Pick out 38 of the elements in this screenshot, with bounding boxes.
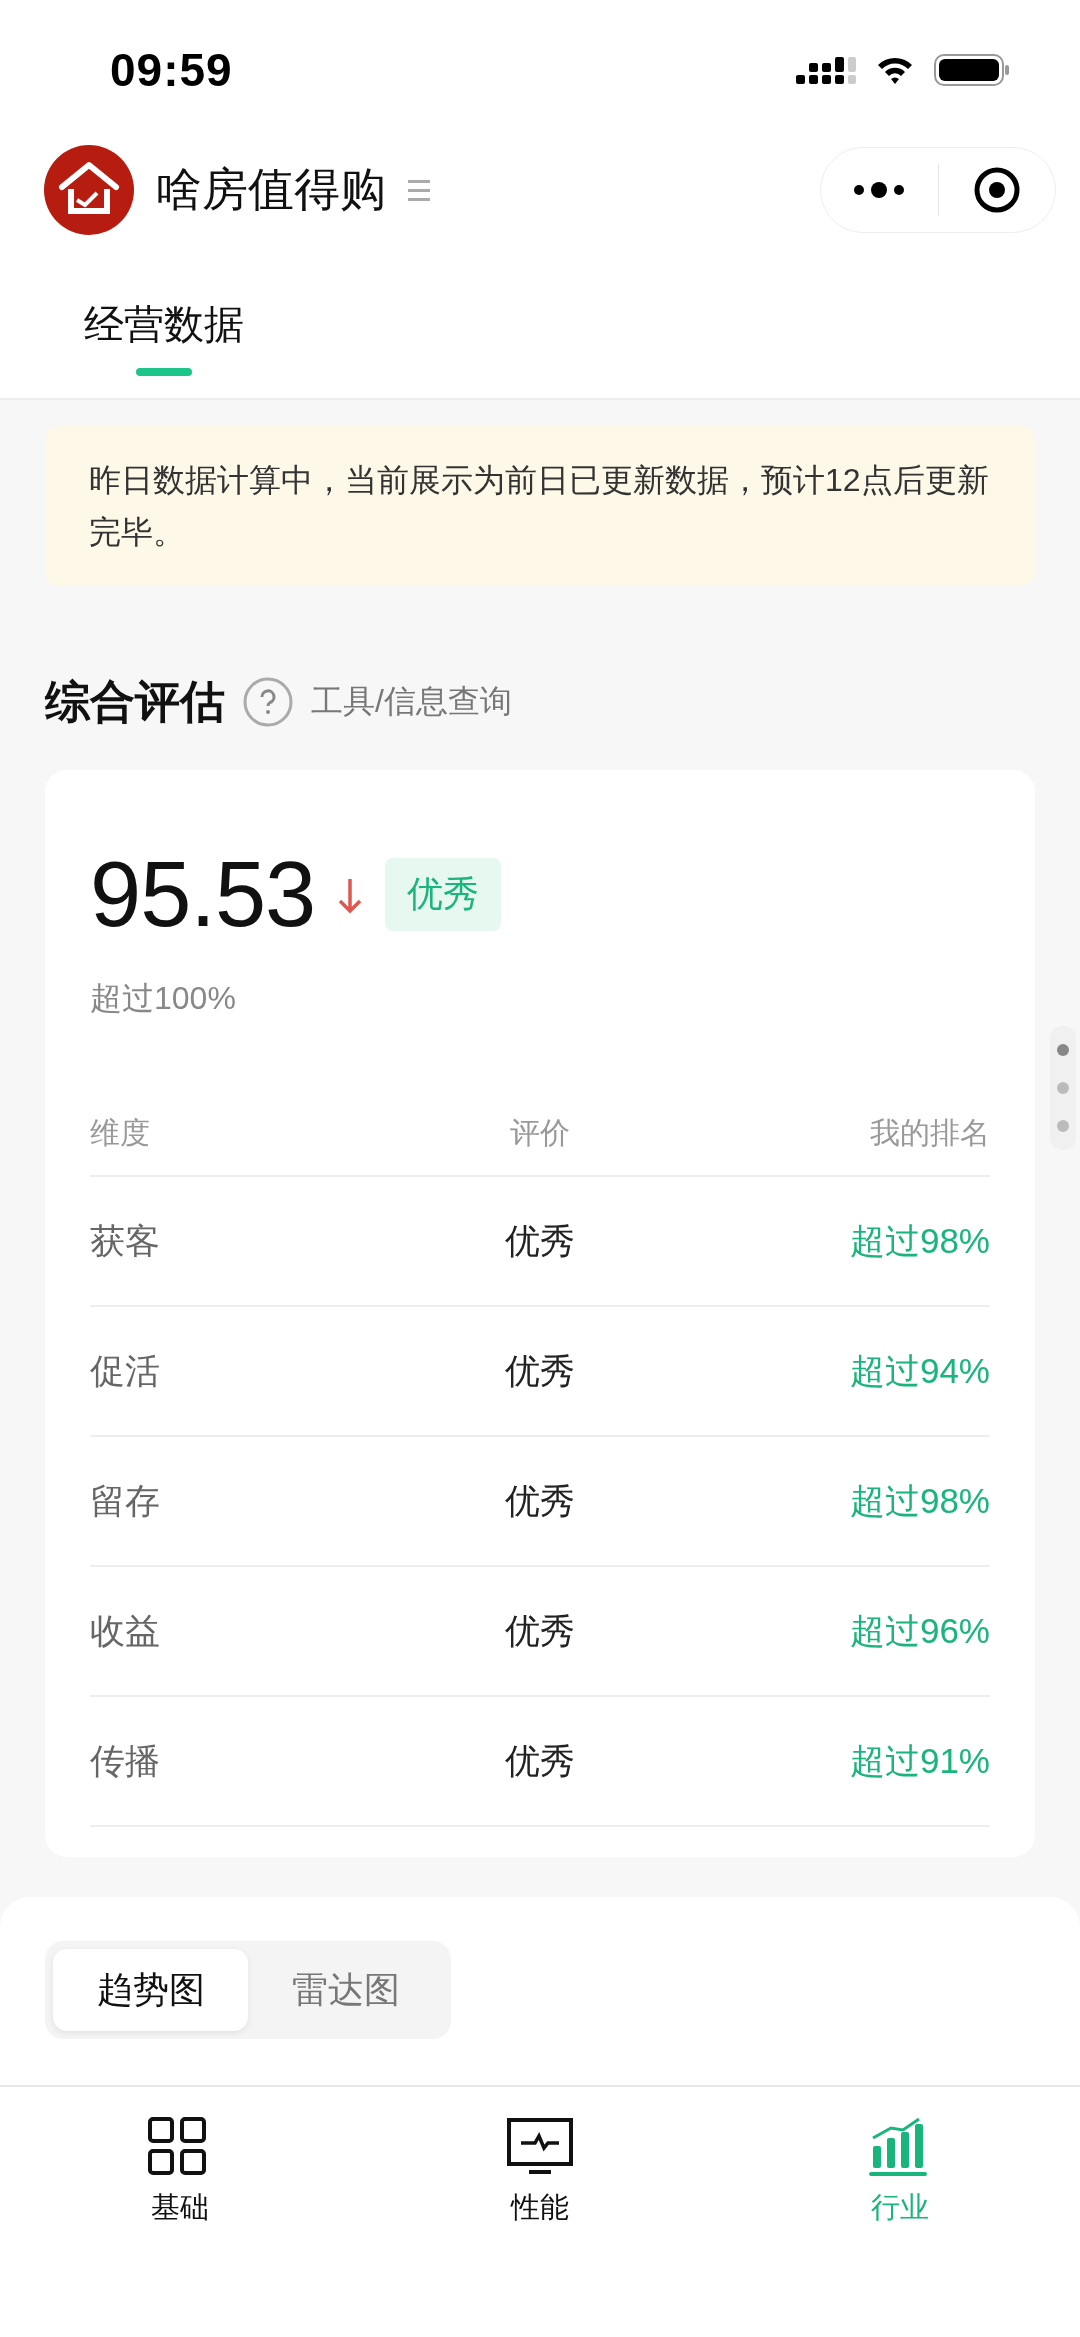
chart-tab[interactable]: 雷达图 [248, 1949, 443, 2031]
wifi-icon [876, 55, 914, 85]
score-value: 95.53 [90, 842, 316, 947]
column-header: 维度 [90, 1114, 151, 1151]
rank-cell-text: 超过91% [848, 1739, 990, 1782]
rating-cell-text: 优秀 [504, 1219, 576, 1262]
dimension-cell-text: 留存 [90, 1479, 161, 1522]
column-header: 我的排名 [869, 1114, 990, 1151]
dimension-cell-text: 获客 [90, 1219, 161, 1262]
rating-cell-text: 优秀 [504, 1479, 576, 1522]
column-header: 评价 [509, 1114, 571, 1151]
percentile-text: 超过100% [90, 979, 237, 1018]
rating-cell-text: 优秀 [504, 1609, 576, 1652]
rating-cell-text: 优秀 [504, 1349, 576, 1392]
query-link[interactable]: 工具/信息查询 [311, 680, 512, 724]
rank-cell-text: 超过96% [848, 1609, 990, 1652]
help-icon[interactable] [243, 677, 293, 727]
signal-icon [796, 56, 856, 84]
menu-icon[interactable] [408, 179, 430, 201]
logo-icon [44, 145, 134, 235]
rank-cell-text: 超过98% [848, 1219, 990, 1262]
status-time: 09:59 [110, 43, 233, 97]
section-title: 综合评估 [45, 675, 225, 729]
grade-badge: 优秀 [385, 858, 502, 931]
tab[interactable]: 经营数据 [78, 296, 250, 398]
rating-cell-text: 优秀 [504, 1739, 576, 1782]
more-icon[interactable] [854, 182, 905, 198]
nav-tab[interactable]: 基础 [0, 2115, 360, 2229]
battery-icon [934, 54, 1010, 86]
rank-cell-text: 超过98% [848, 1479, 990, 1522]
dimension-cell-text: 促活 [90, 1349, 161, 1392]
app-title: 啥房值得购 [156, 162, 386, 217]
notice-text: 昨日数据计算中，当前展示为前日已更新数据，预计12点后更新完毕。 [89, 461, 990, 552]
chart-tab[interactable]: 趋势图 [53, 1949, 248, 2031]
nav-tab[interactable]: 性能 [360, 2115, 720, 2229]
dimension-cell-text: 传播 [90, 1739, 161, 1782]
dimension-cell-text: 收益 [90, 1609, 161, 1652]
rank-cell-text: 超过94% [848, 1349, 990, 1392]
